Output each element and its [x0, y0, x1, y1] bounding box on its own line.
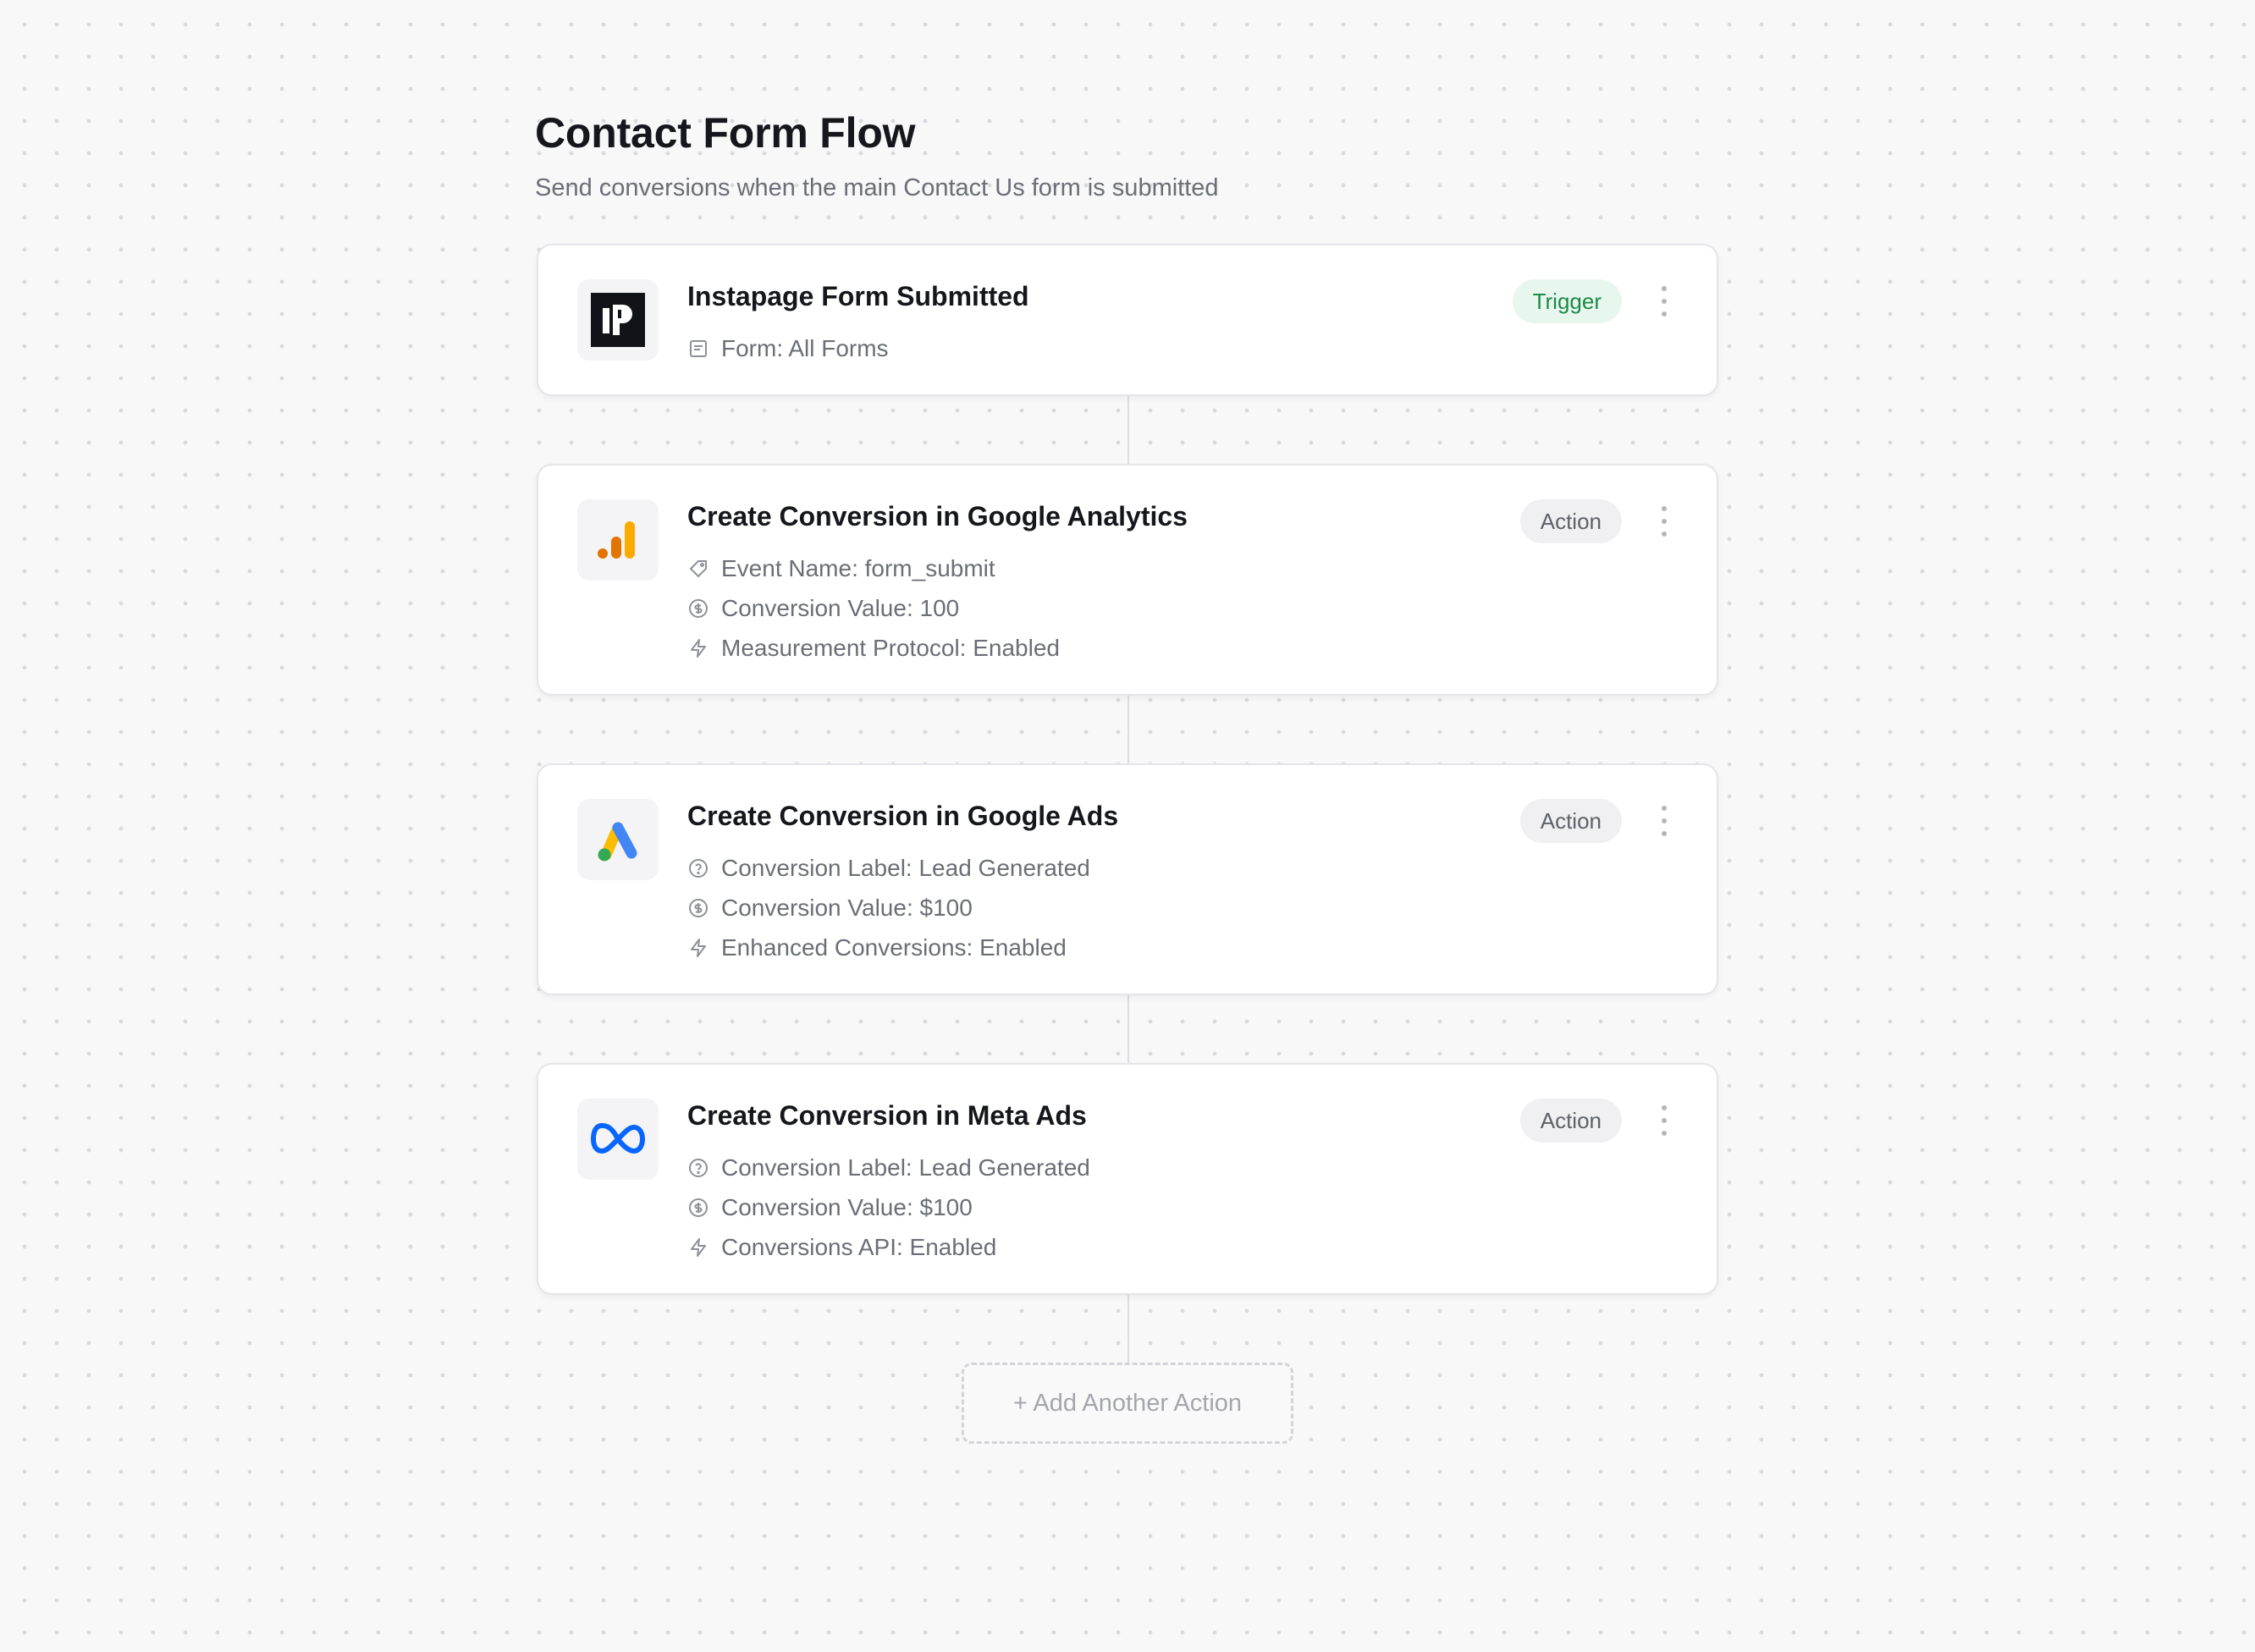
detail-row: Conversions API: Enabled [687, 1227, 1090, 1267]
action-badge: Action [1519, 1099, 1622, 1143]
card-title: Instapage Form Submitted [687, 281, 1029, 311]
flow-connector [1128, 396, 1129, 465]
google-analytics-logo [577, 499, 659, 581]
card-details: Conversion Label: Lead Generated Convers… [687, 1148, 1090, 1267]
action-card-meta-ads[interactable]: Create Conversion in Meta Ads Conversion… [537, 1063, 1718, 1295]
google-ads-logo [577, 799, 659, 880]
detail-row: Measurement Protocol: Enabled [687, 628, 1060, 668]
detail-text: Measurement Protocol: Enabled [721, 634, 1060, 661]
bolt-icon [687, 937, 709, 959]
dollar-icon [687, 597, 709, 620]
page-title: Contact Form Flow [535, 109, 916, 157]
form-icon [687, 338, 709, 360]
flow-connector [1128, 1295, 1129, 1364]
detail-text: Conversion Value: $100 [721, 894, 973, 921]
bolt-icon [687, 637, 709, 659]
instapage-logo [577, 279, 659, 361]
meta-logo [577, 1099, 659, 1180]
detail-text: Conversion Label: Lead Generated [721, 854, 1090, 881]
dollar-icon [687, 1197, 709, 1219]
add-another-action-button[interactable]: + Add Another Action [962, 1363, 1293, 1444]
action-card-google-analytics[interactable]: Create Conversion in Google Analytics Ev… [537, 464, 1718, 696]
card-title: Create Conversion in Google Ads [687, 801, 1119, 831]
detail-row: Event Name: form_submit [687, 548, 1060, 588]
detail-text: Form: All Forms [721, 334, 889, 361]
detail-text: Event Name: form_submit [721, 554, 995, 581]
card-title: Create Conversion in Meta Ads [687, 1100, 1087, 1131]
detail-text: Conversion Label: Lead Generated [721, 1154, 1090, 1181]
flow-connector [1128, 696, 1129, 765]
more-options-icon[interactable] [1659, 1105, 1669, 1136]
help-circle-icon [687, 857, 709, 879]
tag-icon [687, 558, 709, 580]
page-subtitle: Send conversions when the main Contact U… [535, 174, 1219, 201]
dollar-icon [687, 897, 709, 919]
card-details: Event Name: form_submit Conversion Value… [687, 548, 1060, 668]
more-options-icon[interactable] [1659, 806, 1669, 836]
detail-text: Conversion Value: 100 [721, 594, 960, 621]
bolt-icon [687, 1236, 709, 1258]
detail-row: Conversion Value: 100 [687, 588, 1060, 628]
help-circle-icon [687, 1157, 709, 1179]
detail-row: Conversion Value: $100 [687, 1187, 1090, 1227]
detail-row: Conversion Value: $100 [687, 888, 1090, 928]
card-details: Form: All Forms [687, 328, 889, 368]
trigger-badge: Trigger [1512, 279, 1622, 323]
detail-text: Conversion Value: $100 [721, 1193, 973, 1220]
detail-row: Conversion Label: Lead Generated [687, 848, 1090, 888]
action-badge: Action [1519, 499, 1622, 543]
flow-connector [1128, 995, 1129, 1065]
page-header: Contact Form Flow Send conversions when … [535, 108, 1219, 202]
detail-row: Conversion Label: Lead Generated [687, 1148, 1090, 1187]
action-badge: Action [1519, 799, 1622, 843]
trigger-card[interactable]: Instapage Form Submitted Form: All Forms… [537, 244, 1718, 396]
detail-text: Enhanced Conversions: Enabled [721, 933, 1067, 961]
more-options-icon[interactable] [1659, 286, 1669, 317]
detail-row: Form: All Forms [687, 328, 889, 368]
detail-text: Conversions API: Enabled [721, 1233, 997, 1260]
more-options-icon[interactable] [1659, 506, 1669, 537]
card-details: Conversion Label: Lead Generated Convers… [687, 848, 1090, 967]
detail-row: Enhanced Conversions: Enabled [687, 928, 1090, 967]
action-card-google-ads[interactable]: Create Conversion in Google Ads Conversi… [537, 763, 1718, 995]
card-title: Create Conversion in Google Analytics [687, 501, 1188, 531]
